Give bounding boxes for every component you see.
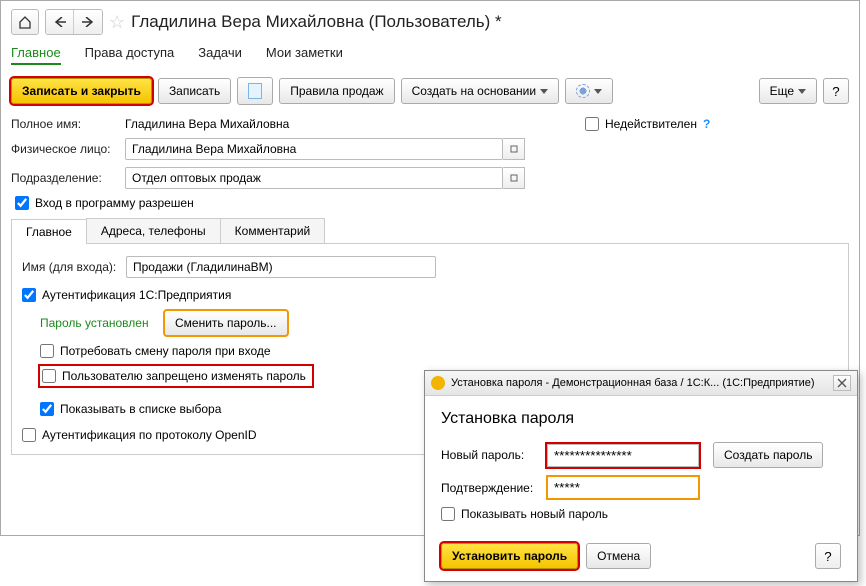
- forward-button[interactable]: [74, 10, 102, 34]
- subtab-addresses[interactable]: Адреса, телефоны: [86, 218, 221, 243]
- sub-tabs: Главное Адреса, телефоны Комментарий: [11, 218, 849, 244]
- generate-password-button[interactable]: Создать пароль: [713, 442, 823, 468]
- nav-buttons: [45, 9, 103, 35]
- more-label: Еще: [770, 84, 794, 98]
- popup-help-button[interactable]: ?: [815, 543, 841, 569]
- tab-tasks[interactable]: Задачи: [198, 45, 242, 65]
- create-based-on-button[interactable]: Создать на основании: [401, 78, 560, 104]
- show-password-checkbox[interactable]: Показывать новый пароль: [441, 507, 841, 521]
- home-icon: [18, 15, 32, 29]
- save-button[interactable]: Записать: [158, 78, 231, 104]
- attachment-icon: [576, 84, 590, 98]
- login-input[interactable]: [126, 256, 436, 278]
- division-row: Подразделение:: [11, 167, 849, 189]
- newpass-label: Новый пароль:: [441, 448, 541, 462]
- cancel-button[interactable]: Отмена: [586, 543, 651, 569]
- set-password-button[interactable]: Установить пароль: [441, 543, 578, 569]
- show-in-list-label: Показывать в списке выбора: [60, 402, 221, 416]
- require-change-checkbox[interactable]: Потребовать смену пароля при входе: [40, 344, 838, 358]
- require-change-input[interactable]: [40, 344, 54, 358]
- chevron-down-icon: [540, 89, 548, 94]
- show-password-input[interactable]: [441, 507, 455, 521]
- sales-rules-button[interactable]: Правила продаж: [279, 78, 394, 104]
- newpass-row: Новый пароль: Создать пароль: [441, 442, 841, 468]
- popup-heading: Установка пароля: [441, 410, 841, 428]
- report-icon: [248, 83, 262, 99]
- inactive-checkbox[interactable]: Недействителен: [585, 117, 697, 131]
- login-allowed-checkbox[interactable]: Вход в программу разрешен: [15, 196, 849, 210]
- tab-rights[interactable]: Права доступа: [85, 45, 175, 65]
- division-label: Подразделение:: [11, 171, 119, 185]
- popup-close-button[interactable]: [833, 375, 851, 391]
- close-icon: [837, 378, 847, 388]
- subtab-comment[interactable]: Комментарий: [220, 218, 326, 243]
- person-input[interactable]: [125, 138, 503, 160]
- report-button[interactable]: [237, 77, 273, 105]
- popup-body: Установка пароля Новый пароль: Создать п…: [425, 396, 857, 537]
- cannot-change-checkbox[interactable]: Пользователю запрещено изменять пароль: [40, 366, 312, 386]
- inactive-help[interactable]: ?: [703, 117, 710, 131]
- require-change-label: Потребовать смену пароля при входе: [60, 344, 271, 358]
- person-open-button[interactable]: [503, 138, 525, 160]
- change-password-button[interactable]: Сменить пароль...: [164, 310, 288, 336]
- attachments-button[interactable]: [565, 78, 613, 104]
- cannot-change-label: Пользователю запрещено изменять пароль: [62, 369, 306, 383]
- create-based-on-label: Создать на основании: [412, 84, 537, 98]
- save-close-button[interactable]: Записать и закрыть: [11, 78, 152, 104]
- popup-titlebar-text: Установка пароля - Демонстрационная база…: [451, 377, 815, 389]
- toolbar: Записать и закрыть Записать Правила прод…: [11, 77, 849, 105]
- person-label: Физическое лицо:: [11, 142, 119, 156]
- back-button[interactable]: [46, 10, 74, 34]
- person-row: Физическое лицо:: [11, 138, 849, 160]
- more-button[interactable]: Еще: [759, 78, 817, 104]
- chevron-down-icon: [594, 89, 602, 94]
- open-icon: [509, 144, 519, 154]
- fullname-label: Полное имя:: [11, 117, 119, 131]
- popup-buttons: Установить пароль Отмена ?: [425, 537, 857, 581]
- auth-1c-label: Аутентификация 1С:Предприятия: [42, 288, 231, 302]
- confirm-row: Подтверждение:: [441, 476, 841, 499]
- arrow-left-icon: [54, 17, 66, 27]
- tab-notes[interactable]: Мои заметки: [266, 45, 343, 65]
- set-password-popup: Установка пароля - Демонстрационная база…: [424, 370, 858, 582]
- header-row: ☆ Гладилина Вера Михайловна (Пользовател…: [11, 9, 849, 35]
- arrow-right-icon: [82, 17, 94, 27]
- fullname-row: Полное имя: Гладилина Вера Михайловна Не…: [11, 117, 849, 131]
- auth-1c-checkbox[interactable]: Аутентификация 1С:Предприятия: [22, 288, 838, 302]
- auth-openid-input[interactable]: [22, 428, 36, 442]
- password-set-label: Пароль установлен: [40, 316, 158, 330]
- home-button[interactable]: [11, 9, 39, 35]
- login-row: Имя (для входа):: [22, 256, 838, 278]
- show-password-label: Показывать новый пароль: [461, 507, 608, 521]
- help-button[interactable]: ?: [823, 78, 849, 104]
- open-icon: [509, 173, 519, 183]
- confirm-label: Подтверждение:: [441, 481, 541, 495]
- auth-1c-input[interactable]: [22, 288, 36, 302]
- top-tabs: Главное Права доступа Задачи Мои заметки: [11, 45, 849, 65]
- inactive-checkbox-input[interactable]: [585, 117, 599, 131]
- login-label: Имя (для входа):: [22, 260, 120, 274]
- subtab-main[interactable]: Главное: [11, 219, 87, 244]
- chevron-down-icon: [798, 89, 806, 94]
- newpass-input[interactable]: [547, 444, 699, 467]
- password-set-row: Пароль установлен Сменить пароль...: [40, 310, 838, 336]
- cannot-change-input[interactable]: [42, 369, 56, 383]
- popup-titlebar: Установка пароля - Демонстрационная база…: [425, 371, 857, 396]
- fullname-value: Гладилина Вера Михайловна: [125, 117, 503, 131]
- confirm-input[interactable]: [547, 476, 699, 499]
- show-in-list-input[interactable]: [40, 402, 54, 416]
- login-allowed-input[interactable]: [15, 196, 29, 210]
- auth-openid-label: Аутентификация по протоколу OpenID: [42, 428, 257, 442]
- division-open-button[interactable]: [503, 167, 525, 189]
- tab-main[interactable]: Главное: [11, 45, 61, 65]
- inactive-label: Недействителен: [605, 117, 697, 131]
- division-input[interactable]: [125, 167, 503, 189]
- page-title: Гладилина Вера Михайловна (Пользователь)…: [131, 12, 502, 32]
- app-icon: [431, 376, 445, 390]
- login-allowed-label: Вход в программу разрешен: [35, 196, 194, 210]
- favorite-star-icon[interactable]: ☆: [109, 12, 125, 33]
